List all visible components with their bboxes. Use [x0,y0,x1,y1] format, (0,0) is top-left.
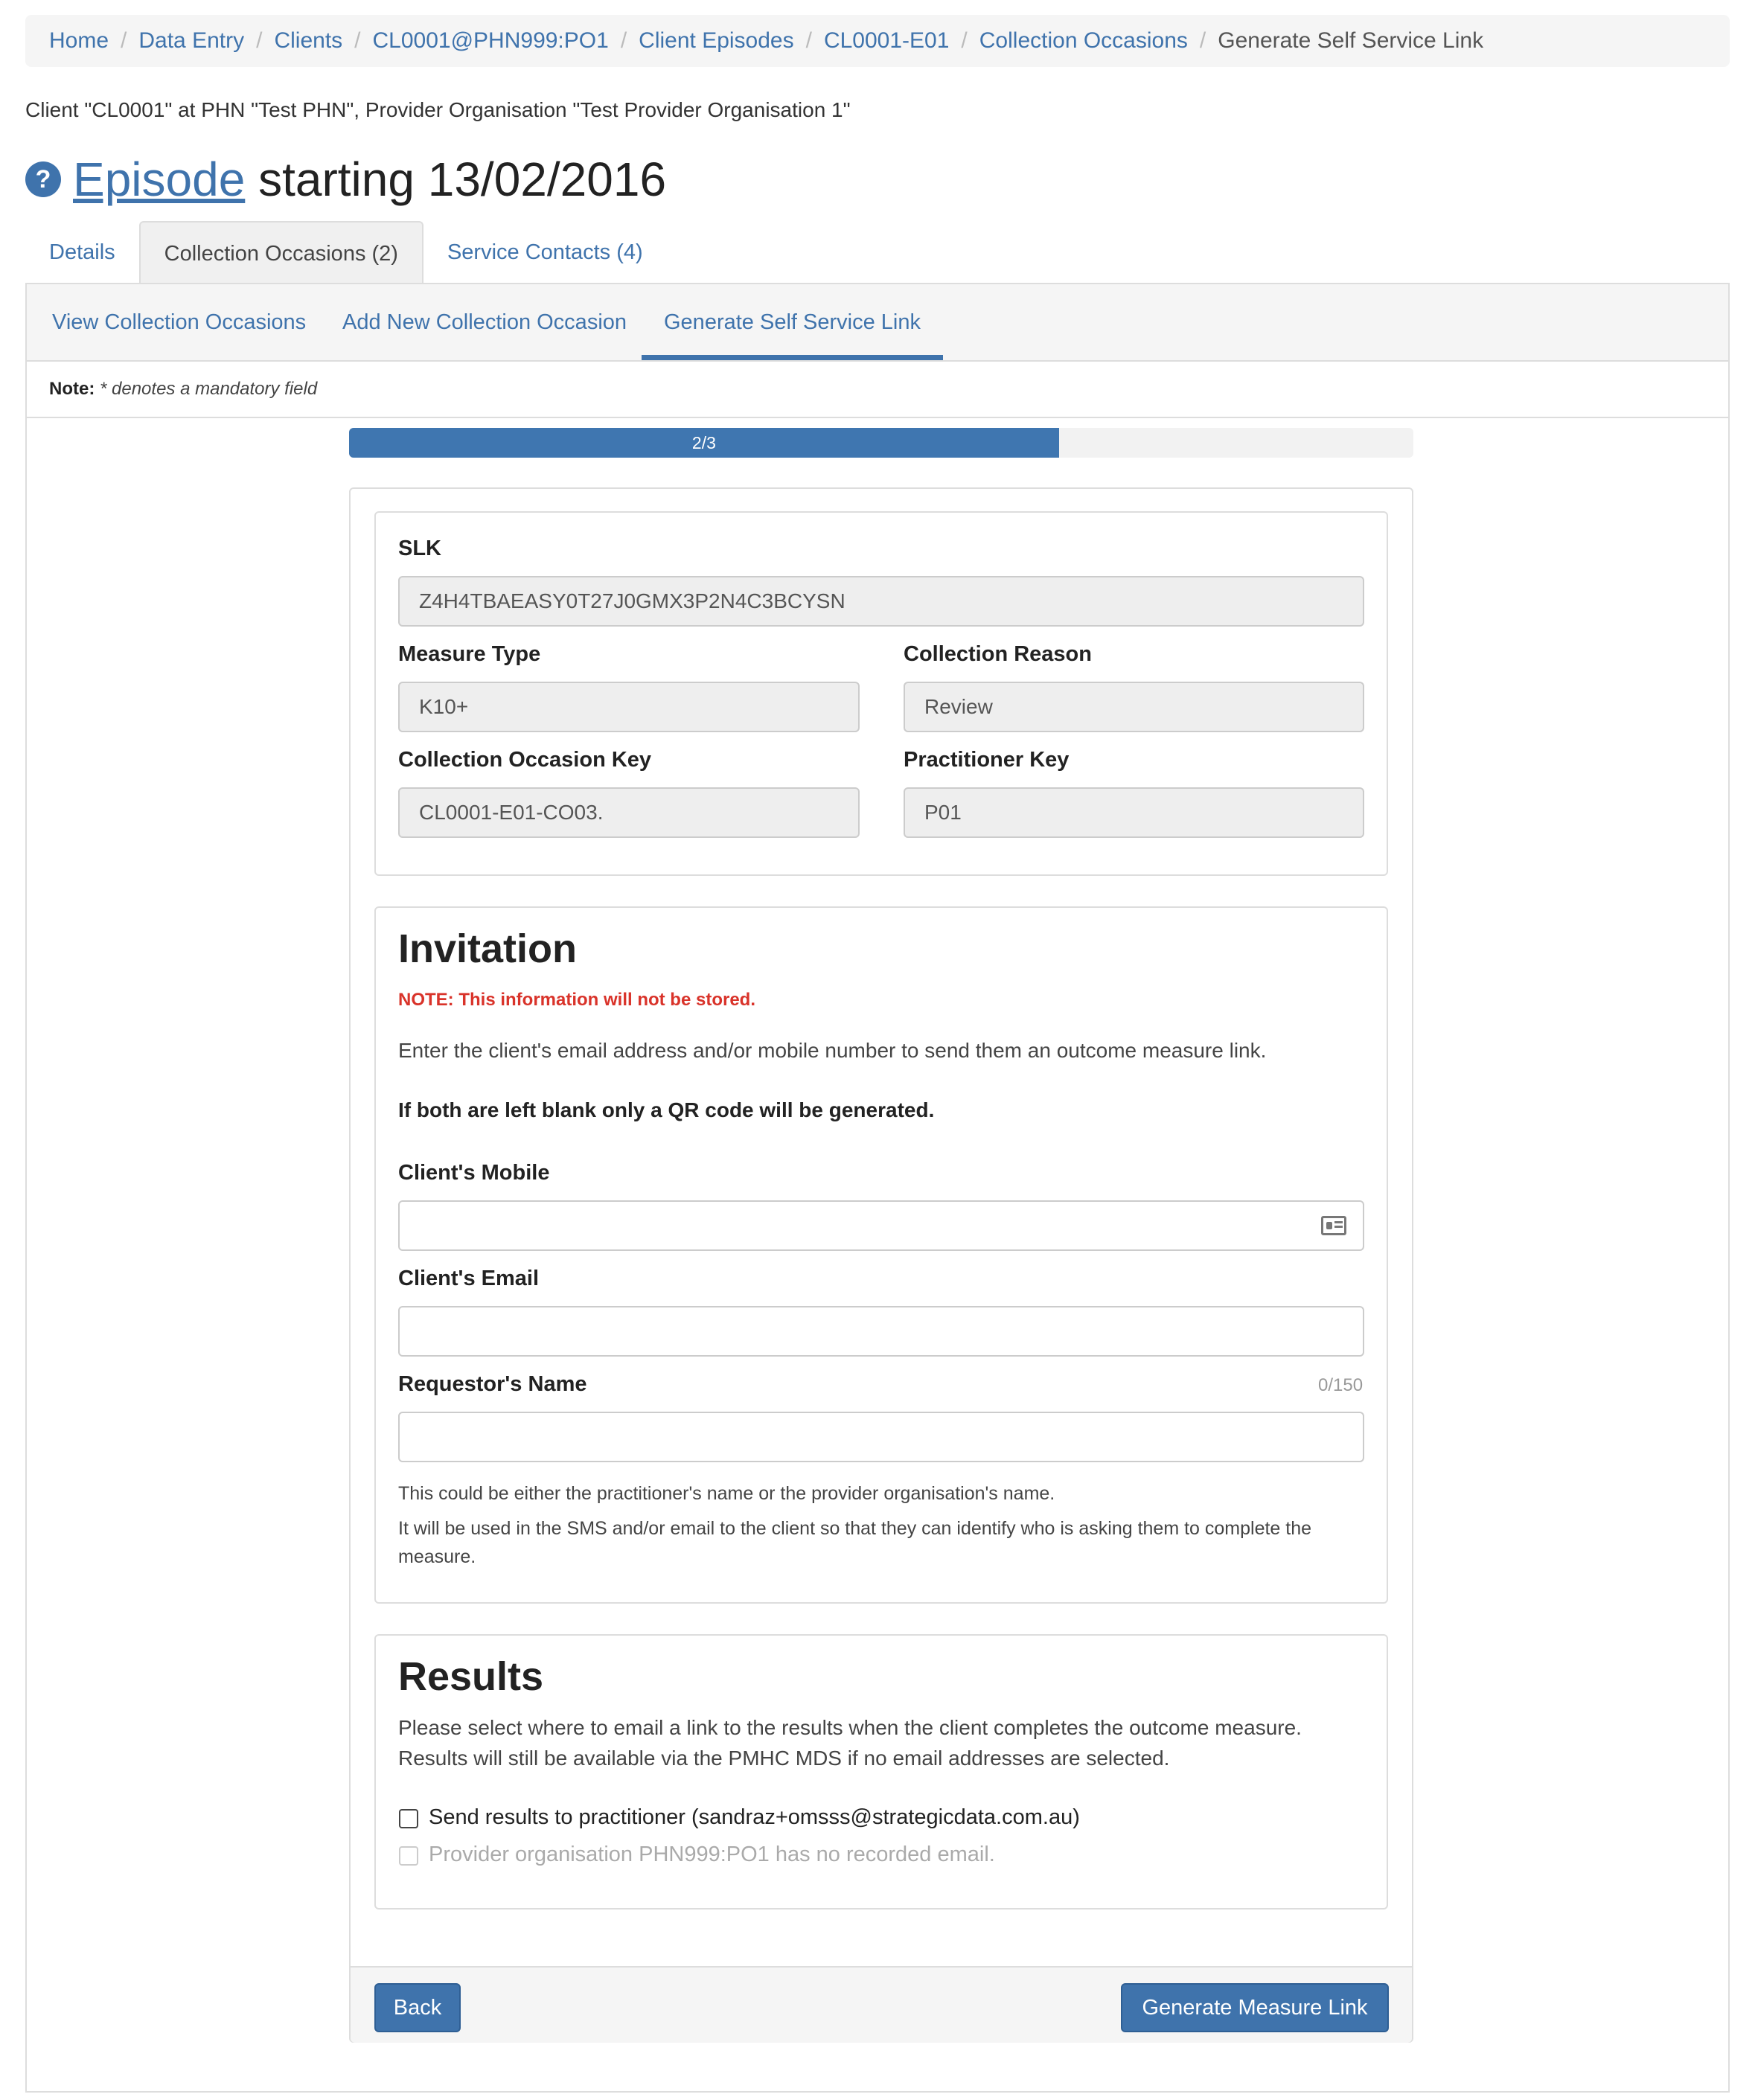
wizard-footer: Back Generate Measure Link [351,1966,1412,2043]
send-to-provider-checkbox [399,1846,418,1866]
note-label: Note: [49,379,95,399]
client-mobile-label: Client's Mobile [398,1161,550,1185]
breadcrumb-data-entry[interactable]: Data Entry [138,28,244,54]
collection-occasion-key-field: CL0001-E01-CO03. [398,787,860,838]
note-text: * denotes a mandatory field [100,379,318,399]
invitation-heading: Invitation [398,926,577,971]
wizard-progress: 2/3 [349,428,1413,458]
tab-service-contacts[interactable]: Service Contacts (4) [423,221,667,284]
page-title: ? Episode starting 13/02/2016 [25,152,666,207]
mandatory-note: Note: * denotes a mandatory field [27,362,1728,418]
episode-link[interactable]: Episode [73,153,245,206]
client-email-label: Client's Email [398,1267,540,1290]
breadcrumb-client[interactable]: CL0001@PHN999:PO1 [373,28,609,54]
generate-measure-link-button[interactable]: Generate Measure Link [1121,1983,1389,2032]
client-mobile-input[interactable] [398,1200,1364,1251]
subtab-add-collection-occasion[interactable]: Add New Collection Occasion [342,284,627,360]
slk-label: SLK [398,537,441,560]
qr-code-note: If both are left blank only a QR code wi… [398,1098,935,1121]
back-button[interactable]: Back [374,1983,461,2032]
requestor-help-2: It will be used in the SMS and/or email … [398,1518,1312,1567]
not-stored-warning: NOTE: This information will not be store… [398,990,755,1010]
results-description-2: Results will still be available via the … [398,1747,1170,1770]
invitation-intro: Enter the client's email address and/or … [398,1039,1267,1062]
breadcrumb: Home / Data Entry / Clients / CL0001@PHN… [25,15,1730,67]
breadcrumb-separator: / [354,28,361,53]
collection-reason-label: Collection Reason [904,642,1092,666]
breadcrumb-separator: / [121,28,127,53]
breadcrumb-separator: / [256,28,263,53]
breadcrumb-current: Generate Self Service Link [1218,28,1484,53]
invitation-section: Invitation NOTE: This information will n… [374,906,1388,1604]
tab-collection-occasions[interactable]: Collection Occasions (2) [138,221,423,284]
breadcrumb-client-episodes[interactable]: Client Episodes [639,28,793,54]
measure-type-field: K10+ [398,682,860,732]
breadcrumb-separator: / [805,28,812,53]
main-tabs: Details Collection Occasions (2) Service… [25,221,667,284]
breadcrumb-home[interactable]: Home [49,28,109,54]
wizard-card: SLK Z4H4TBAEASY0T27J0GMX3P2N4C3BCYSN Mea… [349,487,1413,2043]
send-to-provider-label: Provider organisation PHN999:PO1 has no … [429,1843,995,1866]
breadcrumb-episode[interactable]: CL0001-E01 [824,28,949,54]
requestor-help-1: This could be either the practitioner's … [398,1483,1055,1504]
results-section: Results Please select where to email a l… [374,1634,1388,1909]
slk-field: Z4H4TBAEASY0T27J0GMX3P2N4C3BCYSN [398,576,1364,627]
client-context: Client "CL0001" at PHN "Test PHN", Provi… [25,98,851,121]
subtab-generate-self-service-link[interactable]: Generate Self Service Link [642,284,943,360]
collection-reason-field: Review [904,682,1364,732]
requestor-name-counter: 0/150 [1318,1375,1364,1395]
subtabs: View Collection Occasions Add New Collec… [27,284,1728,362]
tab-details[interactable]: Details [25,221,139,284]
breadcrumb-separator: / [961,28,968,53]
client-email-input[interactable] [398,1306,1364,1357]
send-to-practitioner-checkbox[interactable] [399,1809,418,1828]
breadcrumb-separator: / [1199,28,1206,53]
requestor-name-label: Requestor's Name [398,1372,587,1396]
breadcrumb-clients[interactable]: Clients [274,28,342,54]
help-icon[interactable]: ? [25,161,61,197]
requestor-name-input[interactable] [398,1412,1364,1462]
collection-occasion-key-label: Collection Occasion Key [398,748,652,772]
page: Home / Data Entry / Clients / CL0001@PHN… [0,0,1755,2100]
episode-title-rest: starting 13/02/2016 [245,153,667,206]
send-to-practitioner-label[interactable]: Send results to practitioner (sandraz+om… [429,1805,1080,1830]
breadcrumb-separator: / [620,28,627,53]
measure-details-section: SLK Z4H4TBAEASY0T27J0GMX3P2N4C3BCYSN Mea… [374,511,1388,876]
page-title-text: Episode starting 13/02/2016 [73,152,666,207]
progress-bar: 2/3 [349,428,1059,458]
practitioner-key-field: P01 [904,787,1364,838]
results-heading: Results [398,1654,544,1699]
collection-occasions-panel: View Collection Occasions Add New Collec… [25,283,1730,2093]
practitioner-key-label: Practitioner Key [904,748,1070,772]
measure-type-label: Measure Type [398,642,541,666]
breadcrumb-collection-occasions[interactable]: Collection Occasions [979,28,1188,54]
subtab-view-collection-occasions[interactable]: View Collection Occasions [52,284,306,360]
results-description-1: Please select where to email a link to t… [398,1716,1302,1739]
contact-card-icon[interactable] [1321,1216,1346,1235]
